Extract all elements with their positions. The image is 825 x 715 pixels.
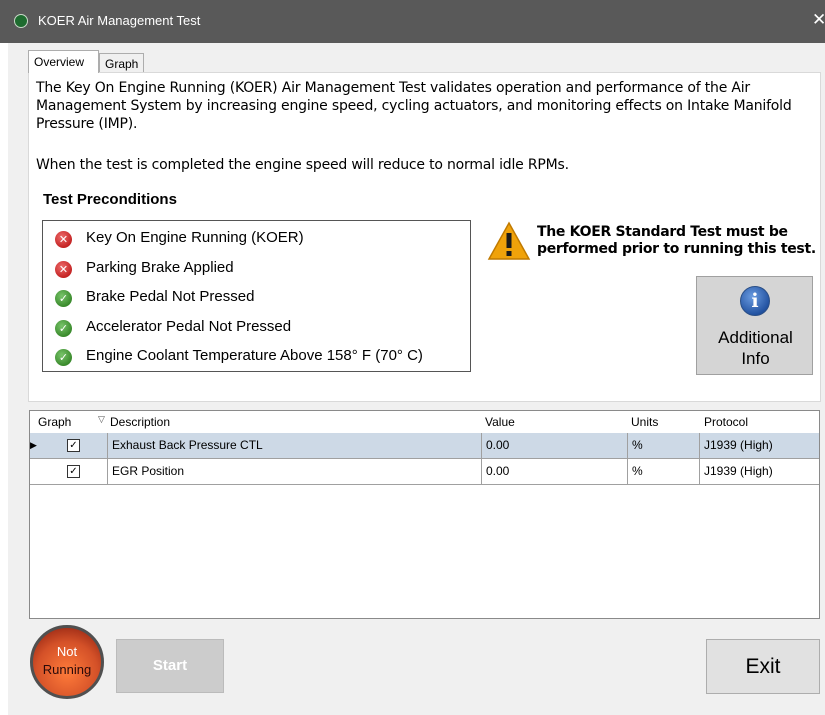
precondition-label: Accelerator Pedal Not Pressed [86, 318, 292, 335]
value-cell: 0.00 [482, 433, 628, 458]
units-cell: % [628, 433, 700, 458]
grid-header: Graph ▽ Description Value Units Protocol [30, 411, 819, 434]
tab-overview[interactable]: Overview [28, 50, 99, 73]
exit-button[interactable]: Exit [706, 639, 820, 694]
column-header-graph[interactable]: Graph [38, 415, 71, 429]
title-bar: KOER Air Management Test ✕ [0, 0, 825, 43]
row-indicator-icon [30, 459, 38, 484]
preconditions-list: ✕ Key On Engine Running (KOER) ✕ Parking… [42, 220, 471, 372]
fail-status-icon: ✕ [55, 261, 72, 278]
completed-note: When the test is completed the engine sp… [36, 157, 569, 173]
table-row[interactable]: ▶ ✓ Exhaust Back Pressure CTL 0.00 % J19… [30, 433, 819, 459]
warning-text: The KOER Standard Test must be performed… [537, 224, 816, 257]
graph-checkbox[interactable]: ✓ [67, 465, 80, 478]
app-icon [14, 14, 28, 28]
row-indicator-icon: ▶ [30, 440, 37, 450]
info-icon: i [740, 286, 770, 316]
column-header-protocol[interactable]: Protocol [704, 415, 748, 429]
graph-checkbox[interactable]: ✓ [67, 439, 80, 452]
graph-cell: ✓ [38, 459, 108, 484]
intro-text: The Key On Engine Running (KOER) Air Man… [36, 80, 792, 132]
column-header-value[interactable]: Value [485, 415, 515, 429]
status-line-1: Not [56, 644, 78, 659]
status-line-2: Running [42, 662, 92, 677]
preconditions-title: Test Preconditions [43, 191, 177, 208]
window-title: KOER Air Management Test [38, 13, 201, 28]
fail-status-icon: ✕ [55, 231, 72, 248]
column-header-units[interactable]: Units [631, 415, 658, 429]
precondition-label: Engine Coolant Temperature Above 158° F … [86, 347, 423, 364]
description-cell: EGR Position [108, 459, 482, 484]
additional-info-label: Additional Info [718, 328, 793, 368]
protocol-cell: J1939 (High) [704, 464, 773, 478]
table-row[interactable]: ✓ EGR Position 0.00 % J1939 (High) [30, 459, 819, 485]
protocol-cell: J1939 (High) [704, 438, 773, 452]
pass-status-icon: ✓ [55, 290, 72, 307]
units-cell: % [628, 459, 700, 484]
warning-icon [487, 221, 531, 260]
pass-status-icon: ✓ [55, 349, 72, 366]
column-header-description[interactable]: Description [110, 415, 170, 429]
pass-status-icon: ✓ [55, 320, 72, 337]
precondition-label: Parking Brake Applied [86, 259, 234, 276]
additional-info-button[interactable]: i Additional Info [696, 276, 813, 375]
test-status-indicator: Not Running [30, 625, 104, 699]
tab-graph[interactable]: Graph [99, 53, 144, 73]
value-cell: 0.00 [482, 459, 628, 484]
parameters-grid: Graph ▽ Description Value Units Protocol… [29, 410, 820, 619]
precondition-label: Brake Pedal Not Pressed [86, 288, 255, 305]
close-icon[interactable]: ✕ [812, 10, 825, 30]
precondition-label: Key On Engine Running (KOER) [86, 229, 304, 246]
filter-icon[interactable]: ▽ [98, 414, 105, 425]
graph-cell: ✓ [38, 433, 108, 458]
description-cell: Exhaust Back Pressure CTL [108, 433, 482, 458]
start-button[interactable]: Start [116, 639, 224, 693]
